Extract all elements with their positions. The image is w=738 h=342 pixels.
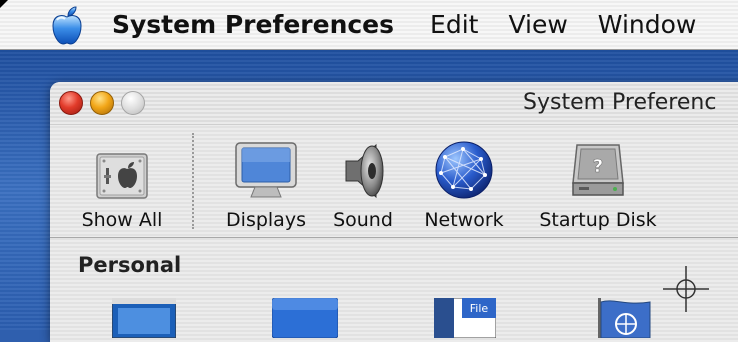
toolbar: Show All Displays Sound Network ? Startu… (50, 124, 738, 238)
window-title: System Preferenc (523, 90, 717, 115)
general-file-icon: File (433, 297, 497, 339)
menu-window[interactable]: Window (598, 0, 697, 50)
display-icon (235, 142, 297, 198)
toolbar-startup-disk[interactable]: ? Startup Disk (528, 125, 668, 237)
toolbar-network[interactable]: Network (416, 125, 512, 237)
window-titlebar[interactable]: System Preferenc (50, 82, 738, 124)
toolbar-sound[interactable]: Sound (328, 125, 398, 237)
toolbar-show-all[interactable]: Show All (72, 125, 172, 237)
menu-app-name[interactable]: System Preferences (112, 0, 394, 50)
pane-dock[interactable] (271, 297, 339, 342)
close-button[interactable] (59, 91, 83, 115)
svg-text:?: ? (593, 156, 603, 177)
apple-logo-icon (52, 5, 82, 45)
screen-corner (0, 0, 8, 8)
international-flag-icon (598, 298, 651, 339)
pane-desktop[interactable] (111, 297, 177, 342)
toolbar-separator (192, 133, 194, 229)
menu-edit[interactable]: Edit (430, 0, 478, 50)
toolbar-displays[interactable]: Displays (216, 125, 316, 237)
pane-international[interactable] (596, 298, 652, 342)
toolbar-label: Sound (333, 209, 393, 231)
show-all-icon (96, 153, 148, 199)
zoom-button[interactable] (121, 91, 145, 115)
apple-menu[interactable] (42, 0, 92, 50)
minimize-button[interactable] (90, 91, 114, 115)
system-preferences-window: System Preferenc Show All Displays Sound… (50, 82, 738, 342)
hard-disk-icon: ? (572, 144, 624, 196)
pane-general[interactable]: File (433, 297, 497, 342)
desktop-icon (111, 297, 177, 339)
crosshair-cursor-icon (663, 266, 709, 312)
dock-icon (271, 297, 339, 339)
menu-view[interactable]: View (508, 0, 567, 50)
toolbar-label: Network (424, 209, 504, 231)
toolbar-label: Startup Disk (539, 209, 657, 231)
general-file-text: File (470, 302, 489, 315)
toolbar-label: Displays (226, 209, 306, 231)
speaker-icon (345, 143, 384, 199)
menu-bar: System Preferences Edit View Window (0, 0, 738, 50)
section-personal-title: Personal (78, 253, 182, 277)
toolbar-label: Show All (81, 209, 163, 231)
globe-icon (435, 141, 493, 199)
